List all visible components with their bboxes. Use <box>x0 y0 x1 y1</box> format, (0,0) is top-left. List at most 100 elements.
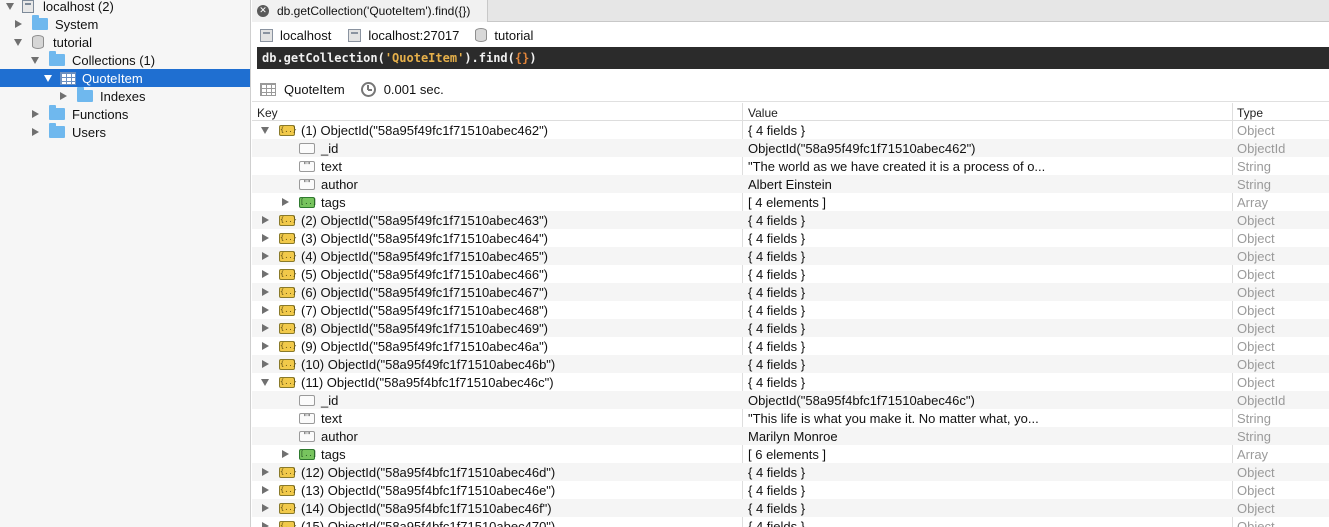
tree-item-users[interactable]: Users <box>0 123 250 141</box>
expand-arrow-icon[interactable] <box>261 270 269 278</box>
table-row[interactable]: {..} (2) ObjectId("58a95f49fc1f71510abec4… <box>252 211 1329 229</box>
table-row[interactable]: {..} (7) ObjectId("58a95f49fc1f71510abec4… <box>252 301 1329 319</box>
expander-slot[interactable] <box>258 468 272 476</box>
expander-slot[interactable] <box>258 288 272 296</box>
tree-item-label: Users <box>72 124 106 140</box>
connection-address-label: localhost:27017 <box>368 27 460 43</box>
expander-slot[interactable] <box>258 522 272 527</box>
expander-slot[interactable] <box>258 270 272 278</box>
expand-arrow-icon[interactable] <box>261 126 269 134</box>
expander-slot[interactable] <box>278 198 292 206</box>
table-row[interactable]: [..] tags [ 4 elements ] Array <box>252 193 1329 211</box>
expand-arrow-icon[interactable] <box>14 20 22 28</box>
expander-slot[interactable] <box>278 450 292 458</box>
cell-value: { 4 fields } <box>748 303 806 318</box>
expand-arrow-icon[interactable] <box>281 198 289 206</box>
expand-arrow-icon[interactable] <box>261 288 269 296</box>
expand-arrow-icon[interactable] <box>31 128 39 136</box>
expand-arrow-icon[interactable] <box>261 252 269 260</box>
tree-item-system[interactable]: System <box>0 15 250 33</box>
tree-item-tutorial[interactable]: tutorial <box>0 33 250 51</box>
table-row[interactable]: "" author Marilyn Monroe String <box>252 427 1329 445</box>
table-row[interactable]: "" author Albert Einstein String <box>252 175 1329 193</box>
expander-slot[interactable] <box>258 252 272 260</box>
expander-slot[interactable] <box>258 486 272 494</box>
expand-arrow-icon[interactable] <box>261 306 269 314</box>
expand-arrow-icon[interactable] <box>261 378 269 386</box>
expander-slot[interactable] <box>258 216 272 224</box>
cell-type: Object <box>1237 339 1275 354</box>
table-row[interactable]: [..] tags [ 6 elements ] Array <box>252 445 1329 463</box>
main-panel: ✕ db.getCollection('QuoteItem').find({})… <box>252 0 1329 527</box>
expand-arrow-icon[interactable] <box>261 342 269 350</box>
object-icon: {..} <box>279 466 297 478</box>
expander-slot[interactable] <box>258 306 272 314</box>
cell-key-text: (5) ObjectId("58a95f49fc1f71510abec466") <box>301 266 549 282</box>
cell-type: Object <box>1237 321 1275 336</box>
column-header-key[interactable]: Key <box>257 106 278 120</box>
table-row[interactable]: "" text "This life is what you make it. No… <box>252 409 1329 427</box>
expand-arrow-icon[interactable] <box>261 360 269 368</box>
query-arg: {} <box>514 51 530 65</box>
expander-slot[interactable] <box>258 234 272 242</box>
table-row[interactable]: _id ObjectId("58a95f49fc1f71510abec462") O… <box>252 139 1329 157</box>
tree-item-functions[interactable]: Functions <box>0 105 250 123</box>
cell-key: {..} (7) ObjectId("58a95f49fc1f71510abec4… <box>258 303 548 318</box>
expand-arrow-icon[interactable] <box>31 56 39 64</box>
expand-arrow-icon[interactable] <box>261 486 269 494</box>
expand-arrow-icon[interactable] <box>261 324 269 332</box>
table-row[interactable]: {..} (5) ObjectId("58a95f49fc1f71510abec4… <box>252 265 1329 283</box>
cell-type: ObjectId <box>1237 141 1286 156</box>
expander-slot[interactable] <box>258 324 272 332</box>
tree-item-localhost[interactable]: localhost (2) <box>0 0 250 15</box>
expand-arrow-icon[interactable] <box>261 234 269 242</box>
table-row[interactable]: {..} (15) ObjectId("58a95f4bfc1f71510abec… <box>252 517 1329 527</box>
table-row[interactable]: {..} (3) ObjectId("58a95f49fc1f71510abec4… <box>252 229 1329 247</box>
column-header-value[interactable]: Value <box>748 106 778 120</box>
expand-arrow-icon[interactable] <box>59 92 67 100</box>
expander-slot[interactable] <box>258 342 272 350</box>
table-row[interactable]: "" text "The world as we have created it i… <box>252 157 1329 175</box>
table-row[interactable]: {..} (9) ObjectId("58a95f49fc1f71510abec4… <box>252 337 1329 355</box>
connection-database-label: tutorial <box>494 27 534 43</box>
expand-arrow-icon[interactable] <box>261 522 269 527</box>
table-row[interactable]: {..} (6) ObjectId("58a95f49fc1f71510abec4… <box>252 283 1329 301</box>
table-row[interactable]: {..} (12) ObjectId("58a95f4bfc1f71510abec… <box>252 463 1329 481</box>
expand-arrow-icon[interactable] <box>261 468 269 476</box>
table-row[interactable]: {..} (11) ObjectId("58a95f4bfc1f71510abec… <box>252 373 1329 391</box>
expand-arrow-icon[interactable] <box>31 110 39 118</box>
table-row[interactable]: {..} (10) ObjectId("58a95f49fc1f71510abec… <box>252 355 1329 373</box>
tab-query[interactable]: ✕ db.getCollection('QuoteItem').find({}) <box>252 0 488 22</box>
tree-item-indexes[interactable]: Indexes <box>0 87 250 105</box>
cell-value: { 4 fields } <box>748 375 806 390</box>
table-row[interactable]: {..} (4) ObjectId("58a95f49fc1f71510abec4… <box>252 247 1329 265</box>
cell-key: {..} (10) ObjectId("58a95f49fc1f71510abec… <box>258 357 555 372</box>
expand-arrow-icon[interactable] <box>261 504 269 512</box>
column-header-type[interactable]: Type <box>1237 106 1263 120</box>
table-row[interactable]: {..} (1) ObjectId("58a95f49fc1f71510abec4… <box>252 121 1329 139</box>
tree-item-collections[interactable]: Collections (1) <box>0 51 250 69</box>
cell-value: { 4 fields } <box>748 501 806 516</box>
expand-arrow-icon[interactable] <box>281 450 289 458</box>
expander-slot[interactable] <box>258 126 272 134</box>
table-row[interactable]: {..} (14) ObjectId("58a95f4bfc1f71510abec… <box>252 499 1329 517</box>
expand-arrow-icon[interactable] <box>261 216 269 224</box>
expander-slot[interactable] <box>258 504 272 512</box>
table-row[interactable]: {..} (13) ObjectId("58a95f4bfc1f71510abec… <box>252 481 1329 499</box>
table-row[interactable]: _id ObjectId("58a95f4bfc1f71510abec46c") O… <box>252 391 1329 409</box>
query-editor[interactable]: db.getCollection('QuoteItem').find({}) <box>257 47 1329 69</box>
query-middle: ).find( <box>464 51 515 65</box>
close-icon[interactable]: ✕ <box>257 5 269 17</box>
cell-type: Object <box>1237 375 1275 390</box>
tree-item-quoteitem[interactable]: QuoteItem <box>0 69 250 87</box>
array-icon: [..] <box>299 448 317 460</box>
cell-key: {..} (15) ObjectId("58a95f4bfc1f71510abec… <box>258 519 555 527</box>
expand-arrow-icon[interactable] <box>14 38 22 46</box>
expand-arrow-icon[interactable] <box>44 74 52 82</box>
expand-arrow-icon[interactable] <box>6 2 14 10</box>
expander-slot[interactable] <box>258 378 272 386</box>
table-row[interactable]: {..} (8) ObjectId("58a95f49fc1f71510abec4… <box>252 319 1329 337</box>
cell-type: Array <box>1237 447 1269 462</box>
cell-key: _id <box>278 141 338 156</box>
expander-slot[interactable] <box>258 360 272 368</box>
